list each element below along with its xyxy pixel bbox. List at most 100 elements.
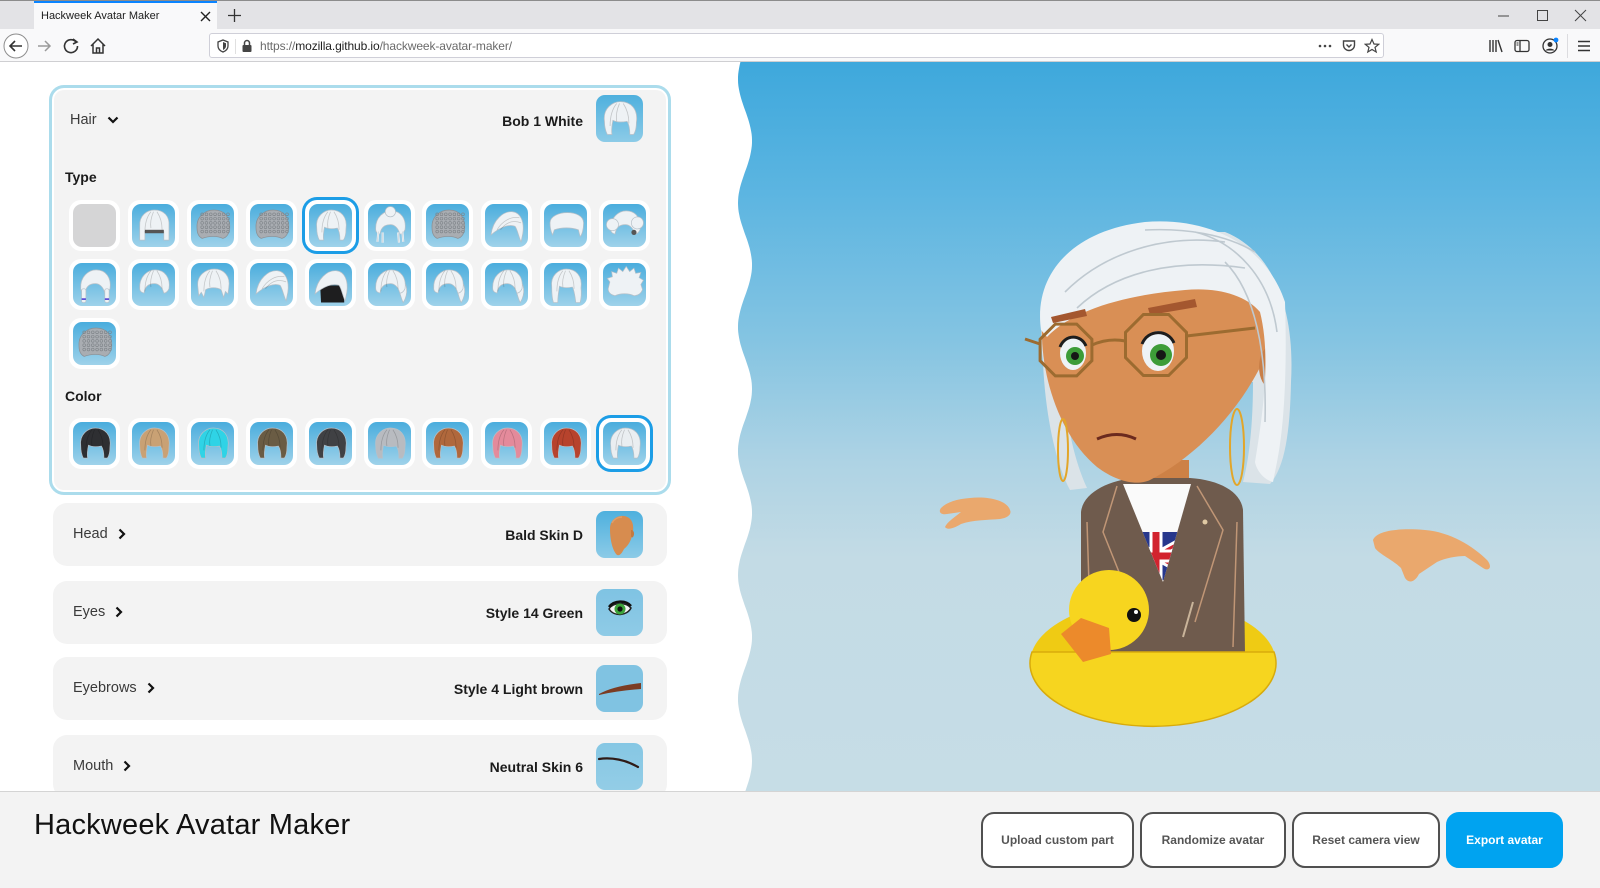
head-thumbnail [596, 511, 643, 558]
category-mouth[interactable]: Mouth Neutral Skin 6 [53, 735, 667, 791]
upload-custom-part-button[interactable]: Upload custom part [981, 812, 1134, 868]
hair-type-option[interactable] [481, 259, 533, 310]
category-hair-toggle[interactable]: Hair [70, 112, 119, 128]
hair-type-thumbnail [485, 263, 529, 306]
hair-bob-icon [374, 427, 406, 459]
category-eyes-toggle[interactable]: Eyes [73, 604, 123, 620]
hair-type-thumbnail [426, 263, 470, 306]
hair-shaggy-icon [197, 268, 230, 299]
export-avatar-button[interactable]: Export avatar [1446, 812, 1563, 868]
hair-type-option[interactable] [245, 259, 297, 310]
lock-icon[interactable] [239, 38, 255, 54]
hair-type-thumbnail [131, 204, 175, 247]
eyebrow-icon [599, 683, 641, 695]
hair-type-option[interactable] [186, 259, 238, 310]
sidebar-icon[interactable] [1513, 37, 1531, 55]
hair-color-option-copper[interactable] [422, 418, 474, 469]
category-eyes[interactable]: Eyes Style 14 Green [53, 581, 667, 644]
account-icon[interactable] [1541, 37, 1559, 55]
hair-type-option[interactable] [540, 259, 592, 310]
hair-color-option-red[interactable] [540, 418, 592, 469]
hair-color-option-pink[interactable] [481, 418, 533, 469]
hair-color-option-cyan[interactable] [186, 418, 238, 469]
hair-color-option-black[interactable] [69, 418, 120, 469]
hair-long-icon [551, 268, 582, 303]
page-actions-ellipsis-icon[interactable] [1317, 38, 1333, 54]
tab-title: Hackweek Avatar Maker [41, 10, 160, 22]
hair-color-option-blonde[interactable] [127, 418, 179, 469]
eyebrows-thumbnail [596, 665, 643, 712]
hair-color-option-olive-brown[interactable] [245, 418, 297, 469]
library-icon[interactable] [1487, 37, 1505, 55]
category-label: Head [73, 526, 108, 542]
reload-icon[interactable] [58, 33, 84, 59]
hair-type-option[interactable] [245, 200, 297, 251]
avatar-model[interactable] [725, 62, 1600, 791]
hair-color-option-white[interactable] [599, 418, 651, 469]
hair-color-thumbnail [544, 422, 588, 465]
hair-type-thumbnail [308, 263, 352, 306]
hair-type-option[interactable] [599, 200, 651, 251]
hair-bob-icon [603, 101, 638, 135]
back-icon[interactable] [3, 33, 29, 59]
pocket-icon[interactable] [1341, 38, 1357, 54]
category-eyebrows[interactable]: Eyebrows Style 4 Light brown [53, 657, 667, 720]
hair-type-option[interactable] [363, 200, 415, 251]
url-prefix: https:// [260, 39, 296, 53]
hair-two-tone-icon [314, 270, 348, 303]
category-selected-value: Style 14 Green [485, 605, 583, 621]
category-selected-value: Bob 1 White [502, 113, 583, 129]
hair-type-option[interactable] [304, 200, 356, 251]
avatar-right-hand [1373, 529, 1490, 582]
hair-swept-icon [490, 211, 524, 243]
close-window-icon[interactable] [1574, 9, 1587, 22]
hair-type-option[interactable] [69, 200, 120, 251]
category-selected-value: Bald Skin D [505, 527, 583, 543]
hair-type-option[interactable] [304, 259, 356, 310]
hair-color-thumbnail [603, 422, 647, 465]
hair-type-option[interactable] [599, 259, 651, 310]
maximize-window-icon[interactable] [1536, 9, 1549, 22]
hair-color-option-dark-gray[interactable] [304, 418, 356, 469]
mouth-icon [597, 757, 640, 769]
url-bar[interactable]: https://mozilla.github.io/hackweek-avata… [209, 33, 1384, 58]
hair-bun-icon [374, 206, 406, 243]
hair-type-option[interactable] [186, 200, 238, 251]
close-tab-icon[interactable] [200, 11, 211, 22]
bookmark-star-icon[interactable] [1364, 38, 1380, 54]
category-head[interactable]: Head Bald Skin D [53, 503, 667, 566]
home-icon[interactable] [85, 33, 111, 59]
browser-tab-active[interactable]: Hackweek Avatar Maker [34, 1, 217, 30]
tracking-protection-shield-icon[interactable] [215, 38, 231, 54]
randomize-avatar-button[interactable]: Randomize avatar [1140, 812, 1286, 868]
minimize-window-icon[interactable] [1497, 9, 1510, 22]
reset-camera-view-button[interactable]: Reset camera view [1292, 812, 1440, 868]
category-label: Eyebrows [73, 680, 137, 696]
hair-type-option[interactable] [127, 259, 179, 310]
hair-flat-icon [549, 212, 585, 238]
hair-type-option[interactable] [422, 259, 474, 310]
hamburger-menu-icon[interactable] [1575, 37, 1593, 55]
hair-type-option[interactable] [363, 259, 415, 310]
hair-type-option[interactable] [422, 200, 474, 251]
hair-curly-icon [432, 209, 466, 239]
hair-type-option[interactable] [540, 200, 592, 251]
hair-type-option[interactable] [69, 318, 120, 369]
url-text[interactable]: https://mozilla.github.io/hackweek-avata… [260, 39, 512, 53]
avatar-3d-viewer[interactable] [725, 62, 1600, 791]
hair-ponytail-icon [433, 269, 466, 304]
category-mouth-toggle[interactable]: Mouth [73, 758, 131, 774]
hair-type-option[interactable] [69, 259, 120, 310]
hair-bob-helmet-icon [139, 209, 170, 241]
hair-color-thumbnail [485, 422, 529, 465]
hair-color-option-silver[interactable] [363, 418, 415, 469]
hair-type-option[interactable] [127, 200, 179, 251]
hair-bob-icon [198, 427, 229, 459]
forward-icon[interactable] [31, 33, 57, 59]
hair-type-thumbnail [367, 263, 411, 306]
hair-type-option[interactable] [481, 200, 533, 251]
hair-type-thumbnail [485, 204, 529, 247]
category-eyebrows-toggle[interactable]: Eyebrows [73, 680, 155, 696]
new-tab-icon[interactable] [228, 9, 241, 22]
category-head-toggle[interactable]: Head [73, 526, 126, 542]
